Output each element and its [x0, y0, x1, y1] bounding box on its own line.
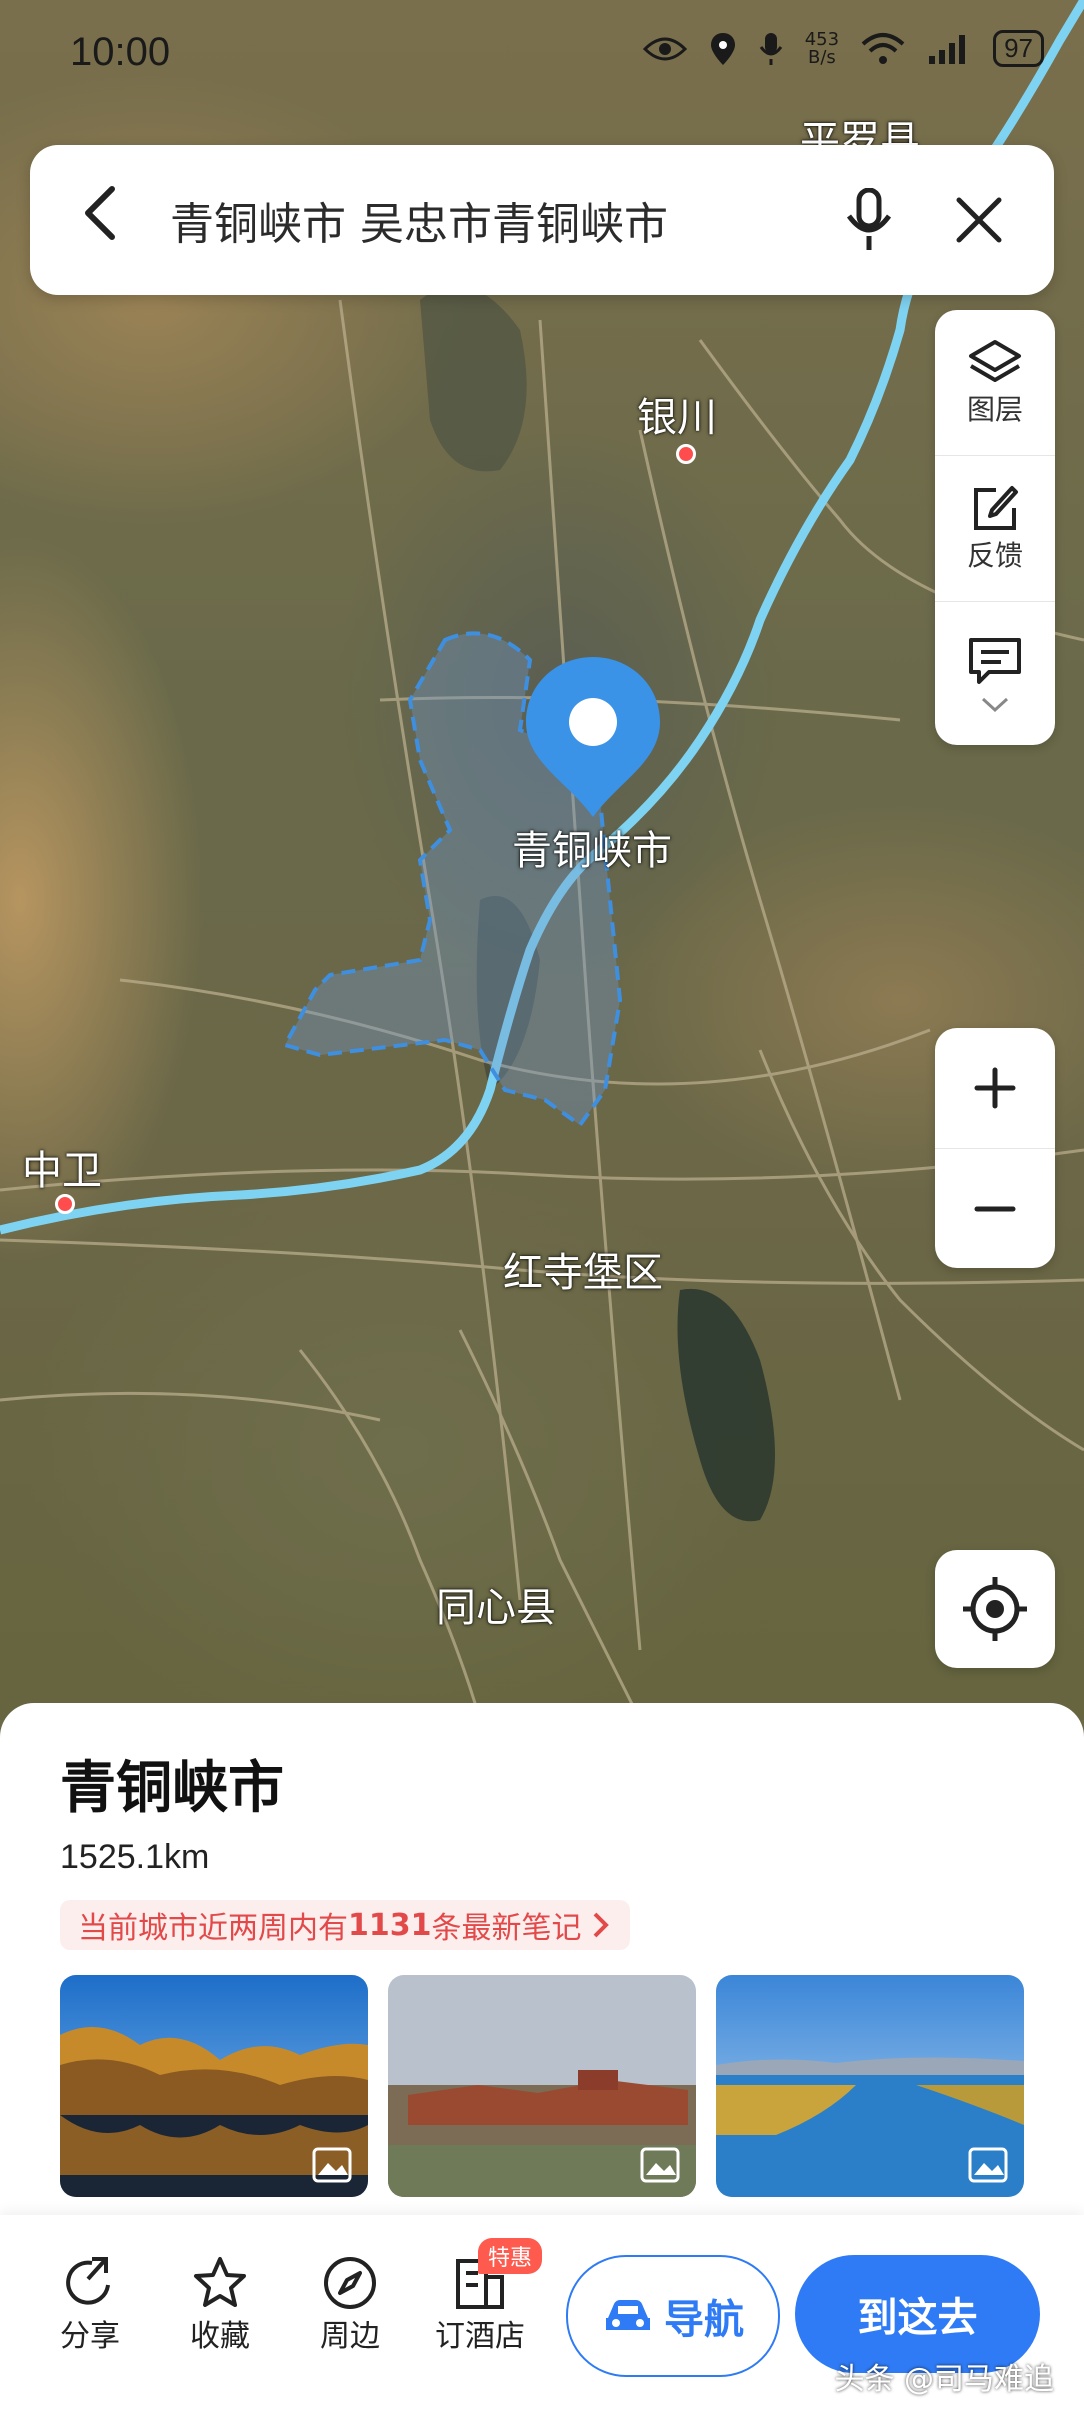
zoom-out-button[interactable] — [935, 1148, 1055, 1269]
battery-indicator: 97 — [993, 30, 1044, 67]
feedback-button[interactable]: 反馈 — [935, 455, 1055, 601]
hotel-label: 订酒店 — [435, 2319, 525, 2354]
search-input[interactable]: 青铜峡市 吴忠市青铜峡市 — [170, 188, 824, 252]
watermark: 头条 @司马难追 — [834, 2362, 1054, 2397]
navigate-label: 导航 — [664, 2297, 744, 2343]
clear-search-button[interactable] — [934, 175, 1024, 265]
net-speed-unit: B/s — [808, 46, 836, 68]
image-icon — [968, 2147, 1008, 2183]
signal-icon — [929, 34, 966, 64]
location-pin-icon[interactable] — [518, 652, 668, 822]
net-speed: 453 B/s — [804, 28, 840, 68]
place-distance: 1525.1km — [60, 1838, 210, 1876]
notes-count: 1131 — [348, 1907, 432, 1943]
status-icons: 453 B/s 97 — [642, 28, 1044, 68]
photo-gallery — [60, 1975, 1024, 2197]
layers-label: 图层 — [966, 392, 1023, 426]
image-icon — [312, 2147, 352, 2183]
photo-wetland[interactable] — [716, 1975, 1024, 2197]
go-here-label: 到这去 — [857, 2295, 978, 2341]
status-bar: 10:00 453 B/s 97 — [0, 0, 1084, 110]
share-icon — [66, 2257, 110, 2305]
chevron-down-icon — [981, 697, 1009, 712]
layers-button[interactable]: 图层 — [935, 310, 1055, 455]
navigate-button[interactable]: 导航 — [566, 2255, 780, 2377]
net-speed-value: 453 — [804, 28, 840, 50]
layers-icon — [969, 339, 1021, 382]
photo-temple[interactable] — [388, 1975, 696, 2197]
map-label-tongxin[interactable]: 同心县 — [436, 1575, 556, 1633]
map-label-hongsibao[interactable]: 红寺堡区 — [503, 1240, 663, 1298]
map-label-yinchuan[interactable]: 银川 — [637, 385, 717, 443]
star-icon — [194, 2257, 246, 2307]
back-button[interactable] — [60, 183, 140, 258]
favorite-button[interactable]: 收藏 — [165, 2255, 275, 2355]
close-icon — [956, 197, 1002, 243]
share-button[interactable]: 分享 — [35, 2255, 145, 2355]
place-title: 青铜峡市 — [60, 1756, 284, 1821]
chevron-left-icon — [85, 185, 115, 240]
notes-banner[interactable]: 当前城市近两周内有 1131 条最新笔记 — [60, 1900, 630, 1950]
favorite-label: 收藏 — [190, 2319, 250, 2354]
location-status-icon — [710, 32, 735, 65]
wifi-icon — [861, 32, 905, 64]
city-dot-yinchuan — [676, 444, 696, 464]
crosshair-icon — [963, 1577, 1027, 1641]
message-icon — [969, 637, 1021, 684]
mic-status-icon — [759, 32, 782, 65]
search-bar[interactable]: 青铜峡市 吴忠市青铜峡市 — [30, 145, 1054, 295]
zoom-in-button[interactable] — [935, 1028, 1055, 1148]
zoom-controls — [935, 1028, 1055, 1268]
image-icon — [640, 2147, 680, 2183]
edit-icon — [974, 485, 1018, 530]
voice-search-button[interactable] — [824, 175, 914, 265]
eye-icon — [642, 37, 687, 60]
microphone-icon — [846, 188, 892, 250]
photo-mountain-reflection[interactable] — [60, 1975, 368, 2197]
chevron-right-icon — [593, 1912, 609, 1938]
share-label: 分享 — [60, 2319, 120, 2354]
nearby-label: 周边 — [320, 2319, 380, 2354]
plus-icon — [974, 1067, 1016, 1109]
feedback-label: 反馈 — [966, 538, 1023, 572]
compass-icon — [324, 2257, 376, 2309]
hotel-discount-badge: 特惠 — [478, 2238, 543, 2274]
map-label-qingtongxia[interactable]: 青铜峡市 — [512, 818, 672, 876]
notes-suffix: 条最新笔记 — [431, 1911, 582, 1946]
bottom-action-bar: 分享 收藏 周边 订酒店 特惠 导航 到这去 头条 @司马难追 — [0, 2215, 1084, 2412]
car-icon — [606, 2300, 650, 2330]
more-tools-button[interactable] — [935, 601, 1055, 747]
notes-prefix: 当前城市近两周内有 — [78, 1911, 348, 1946]
my-location-button[interactable] — [935, 1550, 1055, 1668]
map-label-zhongwei[interactable]: 中卫 — [22, 1138, 102, 1196]
status-time: 10:00 — [70, 30, 171, 74]
city-dot-zhongwei — [55, 1194, 75, 1214]
minus-icon — [974, 1206, 1016, 1212]
nearby-button[interactable]: 周边 — [295, 2255, 405, 2355]
map-tools-panel: 图层 反馈 — [935, 310, 1055, 745]
